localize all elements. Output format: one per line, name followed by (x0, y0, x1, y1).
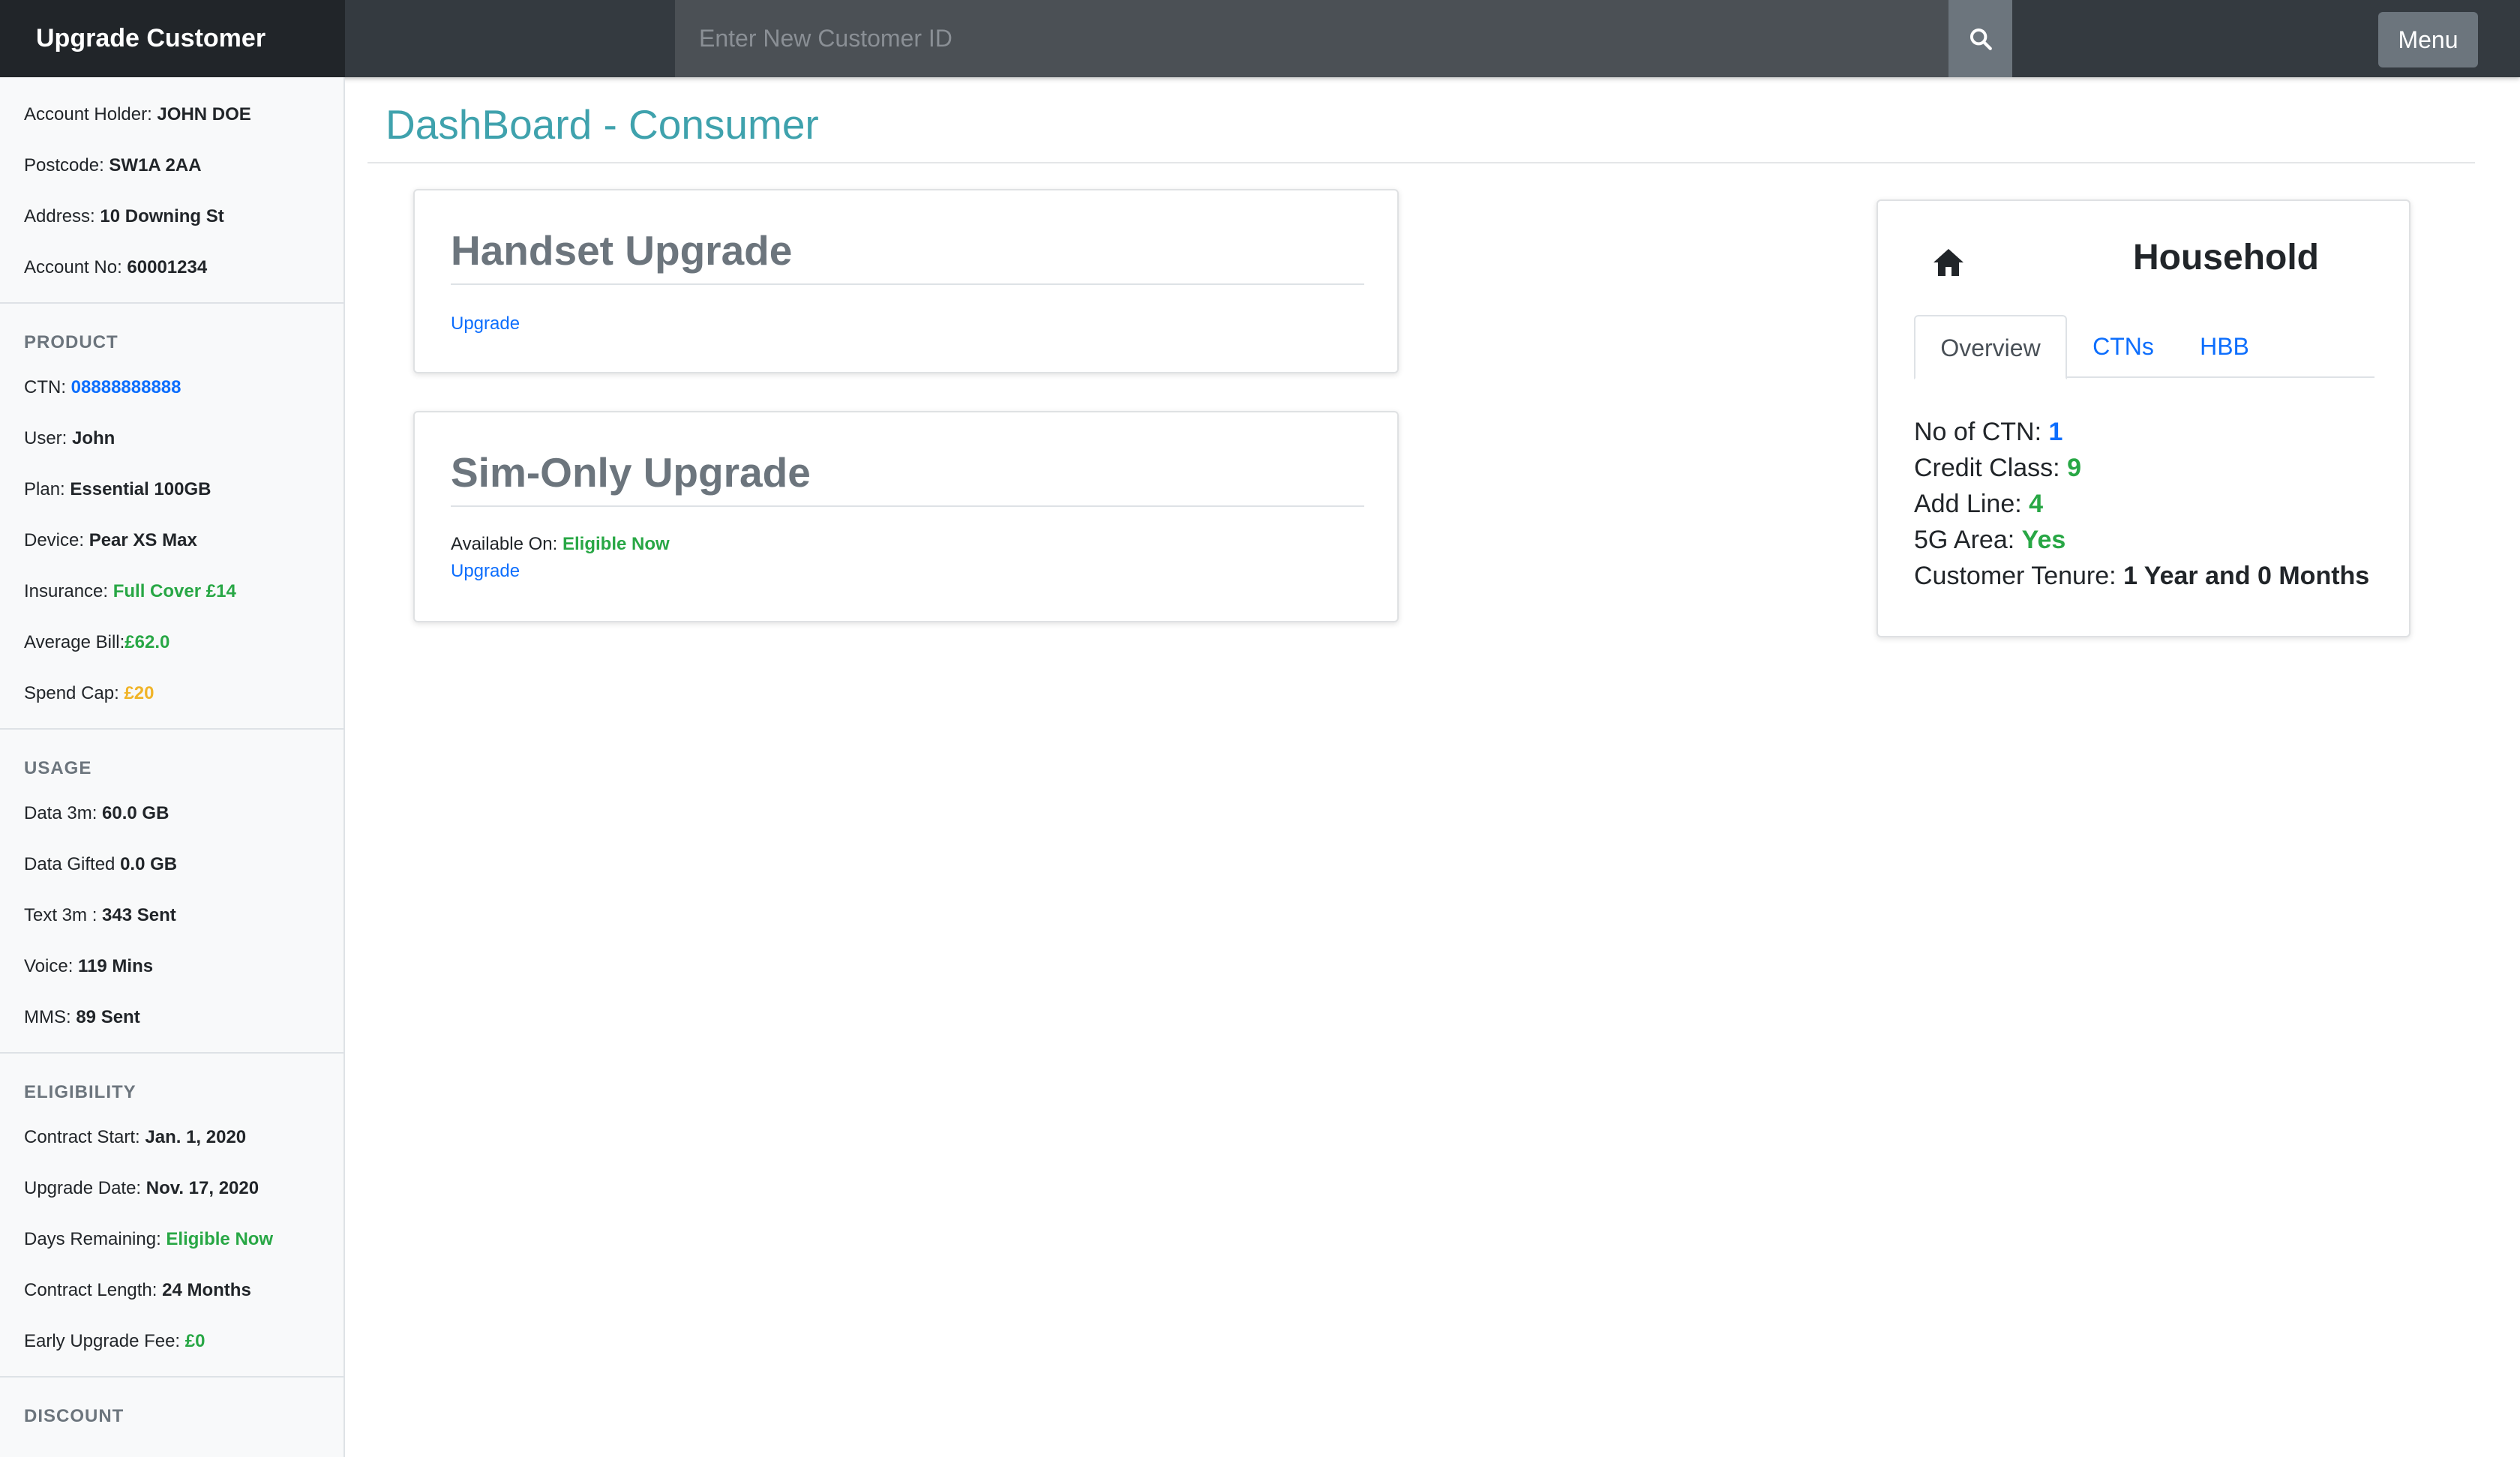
sim-only-upgrade-link[interactable]: Upgrade (451, 561, 520, 582)
usage-heading: USAGE (24, 758, 92, 778)
ctn-row: CTN: 08888888888 (24, 377, 182, 397)
spend-cap-value: £20 (124, 683, 154, 703)
top-navbar: Upgrade Customer Menu (0, 0, 2520, 77)
brand-title[interactable]: Upgrade Customer (0, 0, 345, 77)
menu-button[interactable]: Menu (2378, 12, 2478, 67)
usage-section: USAGE Data 3m: 60.0 GB Data Gifted 0.0 G… (0, 730, 344, 1054)
account-holder-value: JOHN DOE (157, 104, 251, 124)
days-remaining-row: Days Remaining: Eligible Now (24, 1229, 274, 1249)
card-divider (451, 283, 1364, 285)
handset-upgrade-title: Handset Upgrade (451, 227, 793, 274)
discount-section: DISCOUNT (0, 1378, 344, 1445)
customer-tenure-row: Customer Tenure: 1 Year and 0 Months (1914, 562, 2370, 590)
customer-search (675, 0, 2012, 77)
tab-ctns[interactable]: CTNs (2074, 315, 2172, 378)
account-section: Account Holder: JOHN DOE Postcode: SW1A … (0, 77, 344, 304)
contract-length-row: Contract Length: 24 Months (24, 1280, 251, 1300)
search-icon (1970, 28, 1992, 50)
voice-row: Voice: 119 Mins (24, 956, 154, 976)
device-value: Pear XS Max (88, 530, 197, 550)
page-title: DashBoard - Consumer (386, 101, 819, 148)
customer-id-input[interactable] (675, 0, 1948, 77)
5g-area-row: 5G Area: Yes (1914, 526, 2066, 554)
account-number-row: Account No: 60001234 (24, 257, 208, 277)
address-row: Address: 10 Downing St (24, 206, 224, 226)
spend-cap-row: Spend Cap: £20 (24, 683, 154, 703)
add-line-row: Add Line: 4 (1914, 490, 2044, 518)
early-upgrade-fee-row: Early Upgrade Fee: £0 (24, 1331, 206, 1351)
ctn-link[interactable]: 08888888888 (71, 377, 182, 397)
card-divider (451, 505, 1364, 507)
discount-heading: DISCOUNT (24, 1406, 124, 1426)
account-number-value: 60001234 (127, 257, 208, 277)
account-holder-row: Account Holder: JOHN DOE (24, 104, 251, 124)
available-on-row: Available On: Eligible Now (451, 534, 670, 554)
user-row: User: John (24, 428, 116, 448)
contract-start-row: Contract Start: Jan. 1, 2020 (24, 1127, 247, 1147)
average-bill-value: £62.0 (124, 632, 170, 652)
user-value: John (72, 428, 116, 448)
plan-value: Essential 100GB (70, 479, 212, 499)
postcode-value: SW1A 2AA (109, 155, 202, 175)
data-gifted-row: Data Gifted 0.0 GB (24, 854, 178, 874)
customer-sidebar: Account Holder: JOHN DOE Postcode: SW1A … (0, 77, 345, 1457)
eligibility-section: ELIGIBILITY Contract Start: Jan. 1, 2020… (0, 1054, 344, 1378)
household-overview: No of CTN: 1 Credit Class: 9 Add Line: 4… (1914, 414, 2369, 594)
handset-upgrade-link[interactable]: Upgrade (451, 313, 520, 334)
data-3m-row: Data 3m: 60.0 GB (24, 803, 170, 823)
sim-only-upgrade-card: Sim-Only Upgrade Available On: Eligible … (413, 411, 1399, 622)
insurance-value: Full Cover £14 (112, 581, 236, 601)
search-button[interactable] (1948, 0, 2012, 77)
product-section: PRODUCT CTN: 08888888888 User: John Plan… (0, 304, 344, 730)
handset-upgrade-card: Handset Upgrade Upgrade (413, 189, 1399, 373)
text-3m-row: Text 3m : 343 Sent (24, 905, 176, 925)
eligibility-heading: ELIGIBILITY (24, 1082, 136, 1102)
title-divider (368, 162, 2475, 163)
home-icon (1934, 249, 1964, 276)
household-title: Household (2133, 238, 2319, 277)
address-value: 10 Downing St (100, 206, 224, 226)
tab-overview[interactable]: Overview (1914, 315, 2067, 379)
insurance-row: Insurance: Full Cover £14 (24, 581, 236, 601)
postcode-row: Postcode: SW1A 2AA (24, 155, 202, 175)
credit-class-row: Credit Class: 9 (1914, 454, 2081, 482)
available-on-value: Eligible Now (562, 534, 670, 554)
tab-hbb[interactable]: HBB (2180, 315, 2270, 378)
mms-row: MMS: 89 Sent (24, 1007, 140, 1027)
device-row: Device: Pear XS Max (24, 530, 197, 550)
upgrade-date-row: Upgrade Date: Nov. 17, 2020 (24, 1178, 260, 1198)
household-card: Household Overview CTNs HBB No of CTN: 1… (1876, 199, 2410, 637)
sim-only-upgrade-title: Sim-Only Upgrade (451, 449, 811, 496)
ctn-count-row: No of CTN: 1 (1914, 418, 2063, 446)
product-heading: PRODUCT (24, 332, 118, 352)
average-bill-row: Average Bill:£62.0 (24, 632, 170, 652)
plan-row: Plan: Essential 100GB (24, 479, 212, 499)
household-tabs: Overview CTNs HBB (1914, 315, 2374, 379)
